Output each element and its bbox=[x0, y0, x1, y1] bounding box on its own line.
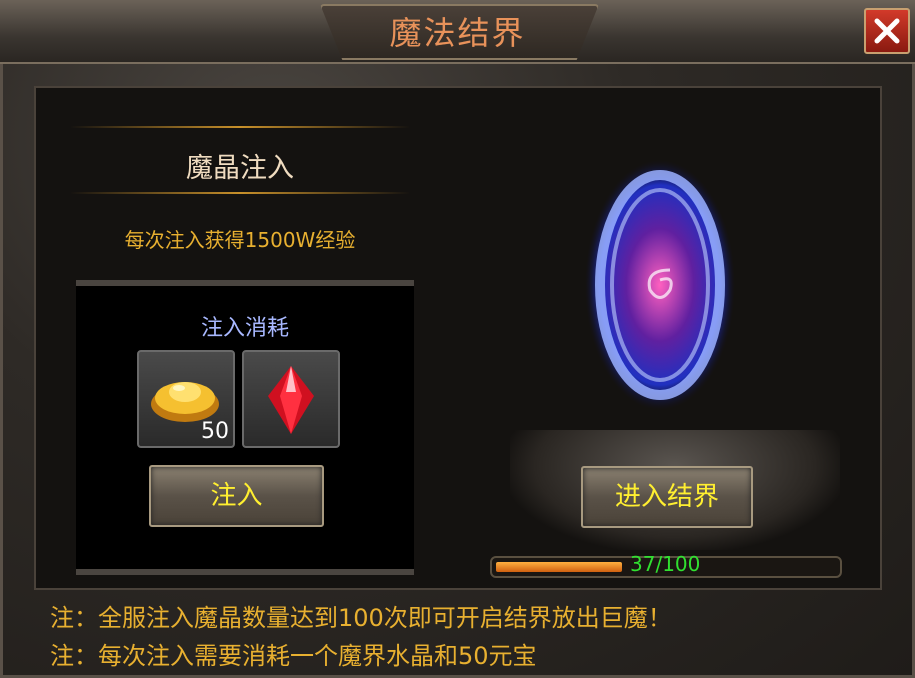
item-slot-crystal[interactable] bbox=[242, 350, 340, 448]
item-count: 50 bbox=[201, 419, 229, 444]
enter-barrier-button[interactable]: 进入结界 bbox=[581, 466, 753, 528]
close-icon bbox=[874, 18, 900, 44]
section-title: 魔晶注入 bbox=[186, 153, 294, 184]
cost-label: 注入消耗 bbox=[200, 316, 289, 341]
gold-divider-top bbox=[70, 126, 410, 128]
note-line-1: 注：全服注入魔晶数量达到100次即可开启结界放出巨魔！ bbox=[50, 604, 672, 632]
window-title: 魔法结界 bbox=[389, 14, 526, 52]
red-crystal-icon bbox=[268, 366, 314, 434]
inject-description: 每次注入获得1500W经验 bbox=[124, 228, 356, 252]
progress-text: 37/100 bbox=[630, 552, 701, 576]
inject-button[interactable]: 注入 bbox=[149, 465, 324, 527]
item-slot-gold[interactable]: 50 bbox=[137, 350, 235, 448]
note-line-2: 注：每次注入需要消耗一个魔界水晶和50元宝 bbox=[50, 642, 537, 670]
gold-divider-bottom bbox=[70, 192, 410, 194]
portal-icon bbox=[585, 160, 735, 410]
close-button[interactable] bbox=[864, 8, 910, 54]
progress-fill bbox=[496, 562, 622, 572]
